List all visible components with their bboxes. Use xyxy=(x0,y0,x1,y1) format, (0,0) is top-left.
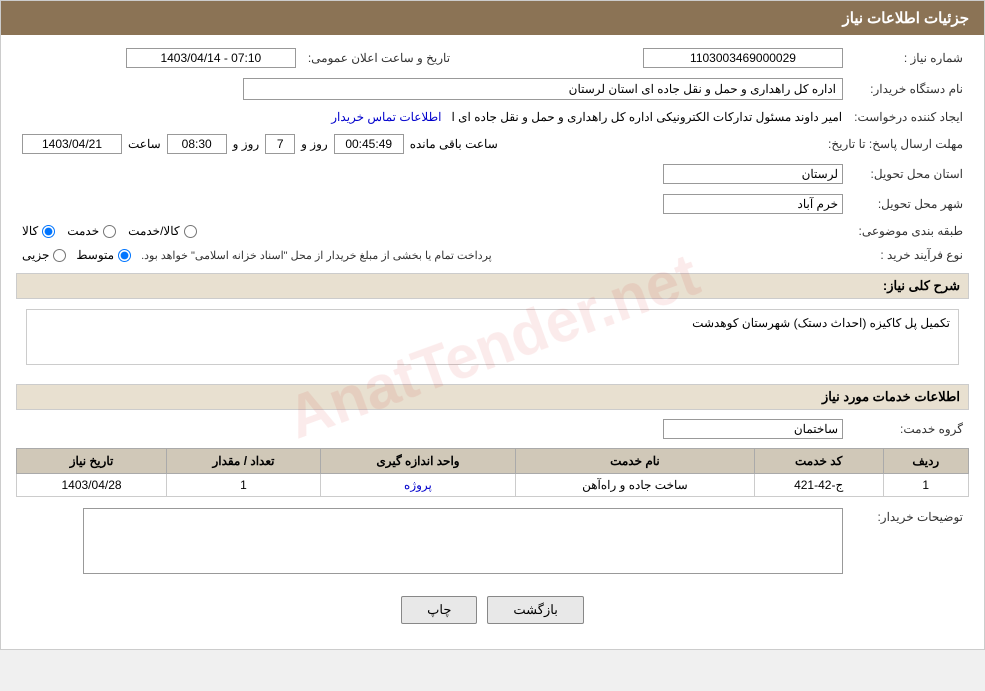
col-unit: واحد اندازه گیری xyxy=(320,449,515,474)
purchase-motevaset-label: متوسط xyxy=(76,248,114,262)
creator-row: ایجاد کننده درخواست: امیر داوند مسئول تد… xyxy=(16,107,969,127)
purchase-type-note: پرداخت تمام یا بخشی از مبلغ خریدار از مح… xyxy=(141,249,492,262)
need-number-row: شماره نیاز : 1103003469000029 تاریخ و سا… xyxy=(16,45,969,71)
delivery-province-label: استان محل تحویل: xyxy=(849,161,969,187)
buyer-org-input[interactable] xyxy=(243,78,843,100)
category-label: طبقه بندی موضوعی: xyxy=(849,221,969,241)
category-kala-item: کالا xyxy=(22,224,55,238)
delivery-province-row: استان محل تحویل: xyxy=(16,161,969,187)
creator-value: امیر داوند مسئول تدارکات الکترونیکی ادار… xyxy=(452,110,843,124)
delivery-province-input[interactable] xyxy=(663,164,843,184)
buyer-notes-textarea[interactable] xyxy=(83,508,843,574)
table-row: 1 ج-42-421 ساخت جاده و راه‌آهن پروژه 1 1… xyxy=(17,474,969,497)
reply-remaining-label-text: روز و xyxy=(301,137,328,151)
purchase-type-label: نوع فرآیند خرید : xyxy=(849,245,969,265)
unit-link[interactable]: پروژه xyxy=(404,478,432,492)
category-khedmat-label: خدمت xyxy=(67,224,99,238)
reply-remaining-value: 00:45:49 xyxy=(334,134,404,154)
service-group-label: گروه خدمت: xyxy=(849,416,969,442)
description-section-title: شرح کلی نیاز: xyxy=(16,273,969,299)
cell-unit: پروژه xyxy=(320,474,515,497)
category-kala-khedmat-item: کالا/خدمت xyxy=(128,224,196,238)
cell-quantity: 1 xyxy=(167,474,321,497)
purchase-jozi-label: جزیی xyxy=(22,248,49,262)
cell-need-date: 1403/04/28 xyxy=(17,474,167,497)
category-kala-radio[interactable] xyxy=(42,225,55,238)
reply-time-label: ساعت xyxy=(128,137,161,151)
page-header: جزئیات اطلاعات نیاز xyxy=(1,1,984,35)
description-textarea[interactable]: تکمیل پل کاکیزه (احداث دستک) شهرستان کوه… xyxy=(26,309,959,365)
description-area: تکمیل پل کاکیزه (احداث دستک) شهرستان کوه… xyxy=(16,305,969,376)
services-table: ردیف کد خدمت نام خدمت واحد اندازه گیری ت… xyxy=(16,448,969,497)
reply-deadline-row: مهلت ارسال پاسخ: تا تاریخ: 1403/04/21 سا… xyxy=(16,131,969,157)
purchase-jozi-item: جزیی xyxy=(22,248,66,262)
purchase-type-row: نوع فرآیند خرید : جزیی متوسط پرداخت تمام… xyxy=(16,245,969,265)
delivery-city-row: شهر محل تحویل: xyxy=(16,191,969,217)
page-title: جزئیات اطلاعات نیاز xyxy=(843,10,970,27)
col-quantity: تعداد / مقدار xyxy=(167,449,321,474)
buyer-notes-row: توضیحات خریدار: xyxy=(16,505,969,580)
cell-row-num: 1 xyxy=(883,474,968,497)
col-service-code: کد خدمت xyxy=(754,449,883,474)
category-row: طبقه بندی موضوعی: کالا خدمت کالا/خدمت xyxy=(16,221,969,241)
purchase-jozi-radio[interactable] xyxy=(53,249,66,262)
service-group-input[interactable] xyxy=(663,419,843,439)
cell-service-code: ج-42-421 xyxy=(754,474,883,497)
need-number-value: 1103003469000029 xyxy=(643,48,843,68)
reply-days-value: 7 xyxy=(265,134,295,154)
remaining-hours-label: ساعت باقی مانده xyxy=(410,137,498,151)
page-wrapper: جزئیات اطلاعات نیاز شماره نیاز : 1103003… xyxy=(0,0,985,650)
buyer-org-label: نام دستگاه خریدار: xyxy=(849,75,969,103)
buyer-org-row: نام دستگاه خریدار: xyxy=(16,75,969,103)
category-kala-khedmat-label: کالا/خدمت xyxy=(128,224,179,238)
reply-deadline-label: مهلت ارسال پاسخ: تا تاریخ: xyxy=(822,131,969,157)
service-group-row: گروه خدمت: xyxy=(16,416,969,442)
buyer-notes-label: توضیحات خریدار: xyxy=(849,505,969,580)
announce-date-label: تاریخ و ساعت اعلان عمومی: xyxy=(302,45,456,71)
print-button[interactable]: چاپ xyxy=(401,596,477,624)
services-section-title: اطلاعات خدمات مورد نیاز xyxy=(16,384,969,410)
reply-date-value: 1403/04/21 xyxy=(22,134,122,154)
purchase-motevaset-item: متوسط xyxy=(76,248,131,262)
category-kala-label: کالا xyxy=(22,224,38,238)
buttons-row: بازگشت چاپ xyxy=(16,584,969,639)
reply-days-label: روز و xyxy=(233,137,260,151)
back-button[interactable]: بازگشت xyxy=(487,596,583,624)
col-need-date: تاریخ نیاز xyxy=(17,449,167,474)
category-khedmat-item: خدمت xyxy=(67,224,116,238)
need-number-label: شماره نیاز : xyxy=(849,45,969,71)
announce-date-value: 1403/04/14 - 07:10 xyxy=(126,48,296,68)
reply-time-value: 08:30 xyxy=(167,134,227,154)
delivery-city-input[interactable] xyxy=(663,194,843,214)
main-content: شماره نیاز : 1103003469000029 تاریخ و سا… xyxy=(1,35,984,649)
category-khedmat-radio[interactable] xyxy=(103,225,116,238)
creator-link[interactable]: اطلاعات تماس خریدار xyxy=(331,110,441,124)
col-service-name: نام خدمت xyxy=(516,449,755,474)
purchase-motevaset-radio[interactable] xyxy=(118,249,131,262)
creator-label: ایجاد کننده درخواست: xyxy=(848,107,969,127)
col-row-num: ردیف xyxy=(883,449,968,474)
category-kala-khedmat-radio[interactable] xyxy=(184,225,197,238)
cell-service-name: ساخت جاده و راه‌آهن xyxy=(516,474,755,497)
delivery-city-label: شهر محل تحویل: xyxy=(849,191,969,217)
